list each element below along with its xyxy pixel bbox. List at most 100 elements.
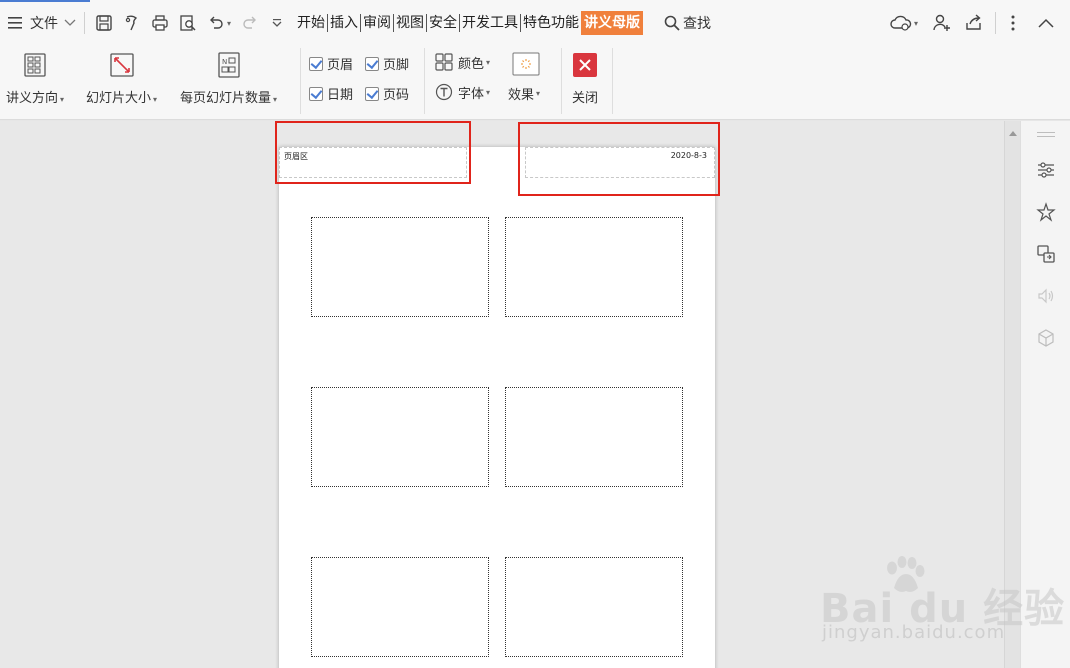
share-icon xyxy=(964,13,984,33)
background-styles-button[interactable] xyxy=(512,52,544,76)
date-checkbox[interactable]: 日期 xyxy=(309,84,353,103)
slide-placeholder xyxy=(505,387,683,487)
header-checkbox-label: 页眉 xyxy=(327,58,354,73)
print-preview-button[interactable] xyxy=(179,11,197,35)
close-label: 关闭 xyxy=(571,91,598,106)
undo-dropdown-icon[interactable]: ▾ xyxy=(227,19,231,28)
footer-checkbox[interactable]: 页脚 xyxy=(365,54,409,73)
slides-per-page-label: 每页幻灯片数量 xyxy=(180,91,272,106)
format-painter-icon xyxy=(123,14,141,32)
chevron-up-icon xyxy=(1038,17,1054,29)
scroll-up-arrow-icon[interactable] xyxy=(1009,131,1017,136)
tab-review[interactable]: 审阅 xyxy=(361,11,393,35)
slide-placeholder xyxy=(311,387,489,487)
header-checkbox[interactable]: 页眉 xyxy=(309,54,353,73)
ribbon-separator xyxy=(300,48,301,114)
chevron-down-icon xyxy=(271,18,283,28)
menu-bar: 文件 ▾ 开始 插入 审阅 视图 安全 开发工具 特色功能 讲义母版 查找 ▾ xyxy=(0,0,1070,46)
colors-button[interactable]: 颜色 ▾ xyxy=(434,52,490,72)
effects-label: 效果 xyxy=(508,88,535,103)
footer-checkbox-label: 页脚 xyxy=(383,58,410,73)
customize-toolbar-button[interactable] xyxy=(271,11,283,35)
effects-button[interactable]: 效果 ▾ xyxy=(508,84,540,103)
print-button[interactable] xyxy=(151,11,169,35)
3d-model-button xyxy=(1035,329,1057,351)
share-button[interactable] xyxy=(964,11,984,35)
page-number-checkbox[interactable]: 页码 xyxy=(365,84,409,103)
tab-special-features[interactable]: 特色功能 xyxy=(521,11,581,35)
header-highlight-box xyxy=(275,121,471,184)
dropdown-arrow-icon: ▾ xyxy=(486,87,491,97)
slide-size-icon xyxy=(108,51,136,79)
slide-placeholder xyxy=(311,557,489,657)
save-icon xyxy=(95,14,113,32)
dropdown-arrow-icon: ▾ xyxy=(536,89,541,98)
ribbon-toolbar: 讲义方向 ▾ 幻灯片大小 ▾ N 每页幻灯片数量 ▾ 页眉 页脚 日期 页码 颜色 ▾ xyxy=(0,46,1070,120)
tab-developer-tools[interactable]: 开发工具 xyxy=(460,11,520,35)
slide-placeholder xyxy=(311,217,489,317)
page-number-checkbox-label: 页码 xyxy=(383,88,410,103)
svg-text:N: N xyxy=(222,58,227,66)
collapse-ribbon-button[interactable] xyxy=(1038,11,1054,35)
slide-transition-button[interactable] xyxy=(1035,245,1057,267)
tab-security[interactable]: 安全 xyxy=(427,11,459,35)
share-collaborate-button[interactable] xyxy=(932,11,952,35)
fonts-button[interactable]: 字体 ▾ xyxy=(434,82,490,102)
colors-label: 颜色 xyxy=(458,56,485,72)
menu-separator xyxy=(995,12,996,34)
file-menu[interactable]: 文件 xyxy=(8,11,76,35)
date-checkbox-label: 日期 xyxy=(327,88,354,103)
handout-orientation-label: 讲义方向 xyxy=(6,91,59,106)
format-painter-button[interactable] xyxy=(123,11,141,35)
star-sparkle-icon xyxy=(1036,202,1056,226)
dropdown-arrow-icon: ▾ xyxy=(153,95,158,104)
save-button[interactable] xyxy=(95,11,113,35)
fonts-label: 字体 xyxy=(458,86,485,102)
ribbon-separator xyxy=(561,48,562,114)
properties-button[interactable] xyxy=(1035,161,1057,183)
sliders-icon xyxy=(1036,160,1056,184)
tab-home[interactable]: 开始 xyxy=(295,11,327,35)
slide-size-button[interactable]: 幻灯片大小 ▾ xyxy=(86,51,157,106)
hamburger-icon xyxy=(8,16,24,30)
dropdown-arrow-icon: ▾ xyxy=(273,95,278,104)
tab-view[interactable]: 视图 xyxy=(394,11,426,35)
checkbox-checked-icon xyxy=(309,56,323,71)
print-preview-icon xyxy=(179,14,197,32)
slides-per-page-icon: N xyxy=(215,51,243,79)
slide-placeholder xyxy=(505,217,683,317)
menu-separator xyxy=(84,12,85,34)
slides-per-page-button[interactable]: N 每页幻灯片数量 ▾ xyxy=(180,51,277,106)
undo-icon xyxy=(207,14,225,32)
search-icon xyxy=(663,14,681,32)
ribbon-separator xyxy=(424,48,425,114)
close-icon xyxy=(571,51,599,79)
redo-button[interactable] xyxy=(241,11,259,35)
active-window-indicator xyxy=(0,0,90,2)
undo-button[interactable]: ▾ xyxy=(207,11,231,35)
search-button[interactable]: 查找 xyxy=(663,11,711,35)
checkbox-checked-icon xyxy=(309,86,323,101)
close-master-view-button[interactable]: 关闭 xyxy=(571,51,599,106)
cloud-sync-button[interactable]: ▾ xyxy=(890,11,918,35)
transition-icon xyxy=(1036,244,1056,268)
speaker-icon xyxy=(1036,286,1056,310)
audio-button xyxy=(1035,287,1057,309)
tab-insert[interactable]: 插入 xyxy=(328,11,360,35)
animation-button[interactable] xyxy=(1035,202,1057,226)
background-styles-icon xyxy=(512,52,540,76)
tab-handout-master[interactable]: 讲义母版 xyxy=(581,11,644,35)
panel-grip-icon[interactable] xyxy=(1037,132,1055,137)
dropdown-arrow-icon: ▾ xyxy=(486,57,491,67)
handout-page: 页眉区 2020-8-3 xyxy=(279,147,715,668)
date-highlight-box xyxy=(518,122,720,196)
cube-icon xyxy=(1036,328,1056,352)
ribbon-tabs: 开始 插入 审阅 视图 安全 开发工具 特色功能 讲义母版 xyxy=(295,11,644,35)
handout-orientation-button[interactable]: 讲义方向 ▾ xyxy=(6,51,64,106)
font-icon xyxy=(434,82,454,102)
cloud-icon xyxy=(890,14,912,32)
watermark-url-text: jingyan.baidu.com xyxy=(822,622,1006,643)
cloud-dropdown-icon: ▾ xyxy=(914,18,919,28)
more-options-button[interactable] xyxy=(1010,11,1016,35)
checkbox-checked-icon xyxy=(365,86,379,101)
